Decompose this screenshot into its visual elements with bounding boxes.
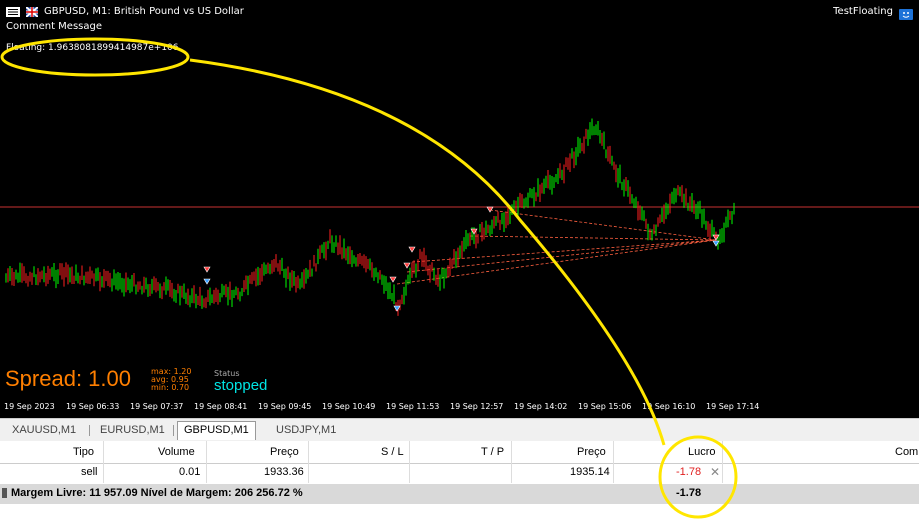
tab-usdjpy[interactable]: USDJPY,M1 (270, 422, 342, 439)
time-label: 19 Sep 2023 (4, 402, 55, 411)
row-preco2: 1935.14 (570, 466, 610, 478)
col-header-preco2[interactable]: Preço (577, 446, 606, 458)
tab-separator (173, 425, 174, 436)
trade-arrow-icon (408, 246, 416, 253)
chart-title-bar: GBPUSD, M1: British Pound vs US Dollar (6, 5, 244, 18)
col-header-tp[interactable]: T / P (481, 446, 504, 458)
flag-icon (25, 5, 39, 18)
status-value: stopped (214, 377, 268, 394)
expert-smiley-icon[interactable] (899, 5, 913, 20)
time-label: 19 Sep 14:02 (514, 402, 568, 411)
symbol-tabs: XAUUSD,M1 EURUSD,M1 GBPUSD,M1 USDJPY,M1 (0, 418, 919, 441)
time-label: 19 Sep 10:49 (322, 402, 376, 411)
comment-floating-value: Floating: 1.9638081899414987e+106 (6, 43, 179, 53)
trade-history-line (406, 239, 717, 273)
time-label: 19 Sep 06:33 (66, 402, 120, 411)
trade-history-line (396, 239, 717, 285)
trade-history-line (489, 209, 717, 241)
tab-gbpusd[interactable]: GBPUSD,M1 (177, 421, 256, 440)
col-header-preco[interactable]: Preço (270, 446, 299, 458)
row-volume: 0.01 (179, 466, 201, 478)
trade-arrow-icon (486, 206, 494, 213)
tab-eurusd[interactable]: EURUSD,M1 (94, 422, 171, 439)
row-preco: 1933.36 (264, 466, 304, 478)
footer-total: -1.78 (676, 487, 702, 499)
time-label: 19 Sep 17:14 (706, 402, 760, 411)
price-chart[interactable]: GBPUSD, M1: British Pound vs US Dollar T… (0, 0, 919, 416)
trade-arrow-icon (203, 266, 211, 273)
trade-history-line (469, 235, 717, 241)
tab-separator (89, 425, 90, 436)
col-header-tipo[interactable]: Tipo (73, 446, 94, 458)
time-label: 19 Sep 11:53 (386, 402, 440, 411)
close-icon[interactable]: ✕ (710, 465, 720, 479)
col-header-lucro[interactable]: Lucro (688, 446, 716, 458)
trade-arrow-icon (203, 278, 211, 285)
menu-icon[interactable] (6, 6, 20, 17)
trade-table: Tipo Volume Preço S / L T / P Preço Lucr… (0, 441, 919, 522)
trade-arrow-icon (389, 276, 397, 283)
col-header-com[interactable]: Com (895, 446, 918, 458)
col-header-volume[interactable]: Volume (158, 446, 195, 458)
trade-arrow-icon (403, 262, 411, 269)
tab-xauusd[interactable]: XAUUSD,M1 (6, 422, 82, 439)
time-label: 19 Sep 08:41 (194, 402, 248, 411)
time-label: 19 Sep 15:06 (578, 402, 632, 411)
candles-layer (0, 118, 919, 316)
table-row[interactable]: sell 0.01 1933.36 1935.14 -1.78 ✕ (0, 463, 919, 483)
spread-stat-min: min: 0.70 (151, 383, 190, 392)
row-lucro: -1.78 (676, 466, 702, 478)
trade-arrow-icon (393, 305, 401, 312)
spread-value: Spread: 1.00 (5, 366, 131, 391)
time-axis: 19 Sep 2023 19 Sep 06:33 19 Sep 07:37 19… (0, 398, 919, 416)
footer-margin-text: Margem Livre: 11 957.09 Nível de Margem:… (11, 487, 303, 499)
table-header: Tipo Volume Preço S / L T / P Preço Lucr… (0, 441, 919, 464)
footer-marker-icon (2, 488, 7, 498)
time-label: 19 Sep 16:10 (642, 402, 696, 411)
col-header-sl[interactable]: S / L (381, 446, 404, 458)
time-label: 19 Sep 09:45 (258, 402, 312, 411)
account-footer: Margem Livre: 11 957.09 Nível de Margem:… (0, 484, 919, 504)
time-label: 19 Sep 07:37 (130, 402, 184, 411)
chart-title: GBPUSD, M1: British Pound vs US Dollar (44, 6, 244, 17)
time-label: 19 Sep 12:57 (450, 402, 504, 411)
spread-stats: max: 1.20 avg: 0.95 min: 0.70 (151, 368, 191, 392)
comment-title: Comment Message (6, 21, 103, 32)
expert-name: TestFloating (833, 6, 893, 17)
row-tipo: sell (81, 466, 98, 478)
